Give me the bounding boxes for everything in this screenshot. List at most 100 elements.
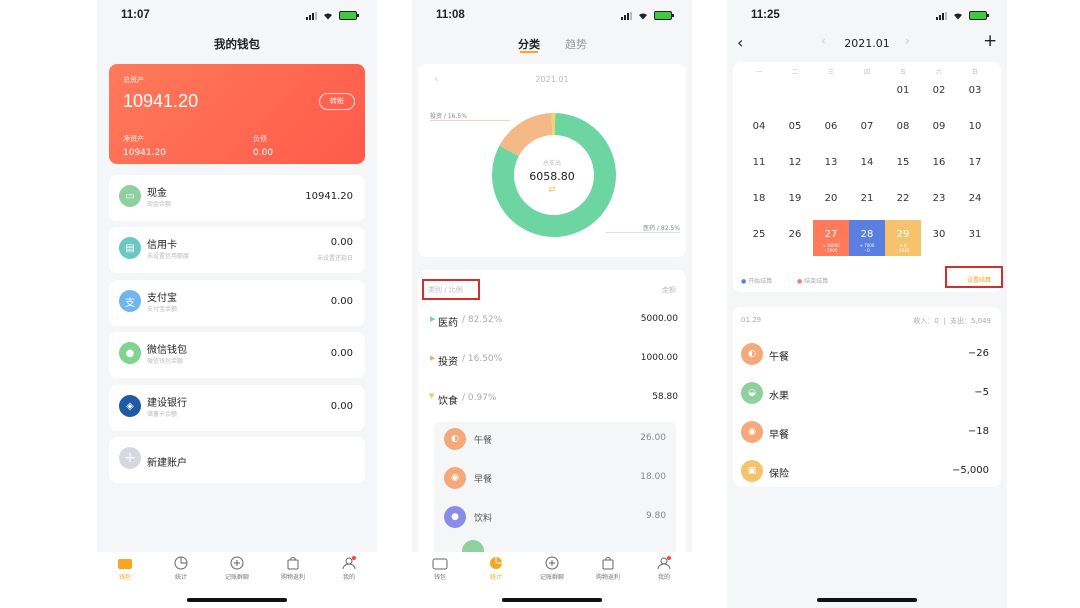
- day-24[interactable]: 24: [957, 184, 993, 220]
- entry-row-fruit[interactable]: ◒ 水果 −5: [733, 376, 1001, 414]
- signal-icon: [621, 11, 632, 20]
- wallet-icon: [432, 558, 448, 570]
- account-name: 信用卡: [147, 240, 177, 251]
- status-bar: 11:07: [97, 0, 377, 32]
- account-sub2: 未设置还款日: [316, 255, 353, 262]
- category-row-medical[interactable]: ▶ 医药 / 82.52% 5000.00: [418, 304, 686, 340]
- account-row-alipay[interactable]: 支 支付宝 支付宝余额 0.00: [109, 280, 365, 326]
- status-bar: 11:08: [412, 0, 692, 32]
- day-25[interactable]: 25: [741, 220, 777, 256]
- pie-chart-icon: [174, 556, 188, 570]
- day-23[interactable]: 23: [921, 184, 957, 220]
- day-22[interactable]: 22: [885, 184, 921, 220]
- category-row-invest[interactable]: ▶ 投资 / 16.50% 1000.00: [418, 343, 686, 379]
- legend-start-label: 开始结算: [748, 278, 773, 285]
- tab-stats[interactable]: 统计: [474, 556, 518, 581]
- account-value: 0.00: [330, 348, 353, 359]
- entry-name: 早餐: [769, 430, 789, 441]
- day-29[interactable]: 29 + 0 - 5049: [885, 220, 921, 256]
- next-month-icon[interactable]: ›: [905, 34, 910, 48]
- day-empty: [777, 76, 813, 112]
- day-08[interactable]: 08: [885, 112, 921, 148]
- day-04[interactable]: 04: [741, 112, 777, 148]
- tab-wallet[interactable]: 钱包: [103, 556, 147, 581]
- tab-label: 记账群聊: [539, 574, 564, 581]
- tab-me[interactable]: 我的: [642, 556, 686, 581]
- new-account-button[interactable]: + 新建账户: [109, 437, 365, 483]
- day-01[interactable]: 01: [885, 76, 921, 112]
- day-14[interactable]: 14: [849, 148, 885, 184]
- entry-row-insurance[interactable]: ▣ 保险 −5,000: [733, 454, 1001, 492]
- entry-row-breakfast[interactable]: ◉ 早餐 −18: [733, 415, 1001, 453]
- day-11[interactable]: 11: [741, 148, 777, 184]
- battery-icon: [969, 11, 989, 20]
- summary-expense: 支出：5,049: [949, 317, 991, 325]
- day-05[interactable]: 05: [777, 112, 813, 148]
- sub-item-breakfast[interactable]: ◉ 早餐 18.00: [434, 461, 676, 497]
- tab-category[interactable]: 分类: [518, 36, 540, 52]
- day-28[interactable]: 28 + 7000 - 0: [849, 220, 885, 256]
- net-value: 10941.20: [123, 148, 166, 158]
- day-16[interactable]: 16: [921, 148, 957, 184]
- day-31[interactable]: 31: [957, 220, 993, 256]
- sub-item-name: 午餐: [474, 436, 493, 446]
- summary-totals: 收入：0 | 支出：5,049: [913, 317, 991, 325]
- tab-label: 我的: [342, 574, 355, 581]
- category-row-food[interactable]: ▼ 饮食 / 0.97% 58.80: [418, 382, 686, 418]
- day-19[interactable]: 19: [777, 184, 813, 220]
- account-row-ccb[interactable]: ◈ 建设银行 储蓄卡余额 0.00: [109, 385, 365, 431]
- tab-stats[interactable]: 统计: [159, 556, 203, 581]
- day-17[interactable]: 17: [957, 148, 993, 184]
- day-10[interactable]: 10: [957, 112, 993, 148]
- day-02[interactable]: 02: [921, 76, 957, 112]
- asset-card[interactable]: 总资产 10941.20 转账 净资产 10941.20 负债 0.00: [109, 64, 365, 164]
- sub-item-drink[interactable]: ● 饮料 9.80: [434, 500, 676, 536]
- battery-icon: [654, 11, 674, 20]
- transfer-button[interactable]: 转账: [319, 93, 355, 110]
- tab-group-chat[interactable]: 记账群聊: [530, 556, 574, 581]
- account-row-credit-card[interactable]: ▤ 信用卡 未设置信用额度 0.00 未设置还款日: [109, 227, 365, 273]
- day-12[interactable]: 12: [777, 148, 813, 184]
- day-21[interactable]: 21: [849, 184, 885, 220]
- day-09[interactable]: 09: [921, 112, 957, 148]
- shopping-bag-icon: [602, 557, 614, 570]
- category-pct: / 0.97%: [462, 393, 497, 403]
- battery-icon: [339, 11, 359, 20]
- day-27[interactable]: 27 + 10000 - 5000: [813, 220, 849, 256]
- tab-group-chat[interactable]: 记账群聊: [215, 556, 259, 581]
- day-15[interactable]: 15: [885, 148, 921, 184]
- day-13[interactable]: 13: [813, 148, 849, 184]
- day-20[interactable]: 20: [813, 184, 849, 220]
- tab-me[interactable]: 我的: [327, 556, 371, 581]
- status-time: 11:08: [436, 9, 465, 21]
- legend-start: ● 开始结算: [741, 276, 772, 285]
- entry-row-lunch[interactable]: ◐ 午餐 −26: [733, 337, 1001, 375]
- sub-item-lunch[interactable]: ◐ 午餐 26.00: [434, 422, 676, 458]
- category-name: 饮食: [438, 396, 458, 407]
- day-18[interactable]: 18: [741, 184, 777, 220]
- day-grid: 01 02 03 04 05 06 07 08 09 10 11 12 13 14 15 16 17 18 19 20…: [741, 76, 993, 256]
- day-30[interactable]: 30: [921, 220, 957, 256]
- day-06[interactable]: 06: [813, 112, 849, 148]
- day-03[interactable]: 03: [957, 76, 993, 112]
- day-26[interactable]: 26: [777, 220, 813, 256]
- legend-end-label: 结束结算: [804, 278, 829, 285]
- category-pct: / 16.50%: [462, 354, 503, 364]
- donut-center-value: 6058.80: [529, 170, 575, 183]
- tab-shopping[interactable]: 购物返利: [271, 556, 315, 581]
- tab-wallet[interactable]: 钱包: [418, 556, 462, 581]
- medical-leader-line: [606, 232, 680, 233]
- account-value: 10941.20: [305, 191, 353, 202]
- add-icon[interactable]: +: [983, 31, 997, 51]
- day-07[interactable]: 07: [849, 112, 885, 148]
- signal-icon: [306, 11, 317, 20]
- day-note: + 7000 - 0: [859, 243, 875, 253]
- account-row-wechat[interactable]: ● 微信钱包 微信钱包余额 0.00: [109, 332, 365, 378]
- tab-shopping[interactable]: 购物返利: [586, 556, 630, 581]
- category-value: 5000.00: [640, 314, 678, 324]
- swap-icon[interactable]: ⇄: [418, 185, 686, 195]
- tab-trend[interactable]: 趋势: [565, 36, 587, 52]
- highlight-box: [945, 266, 1003, 288]
- drink-icon: ●: [444, 506, 466, 528]
- account-row-cash[interactable]: ▭ 现金 现金余额 10941.20: [109, 175, 365, 221]
